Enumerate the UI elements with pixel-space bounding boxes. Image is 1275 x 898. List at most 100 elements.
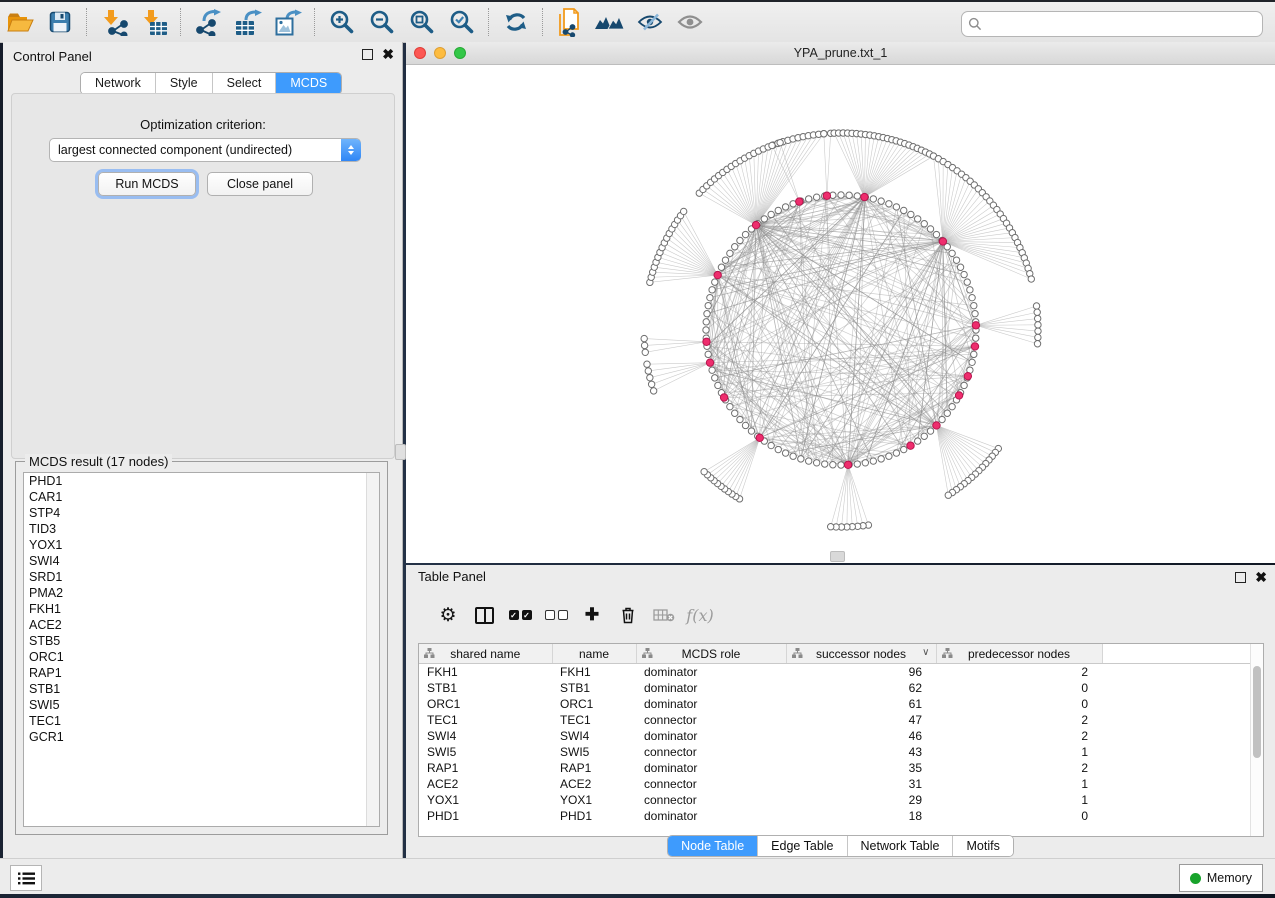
table-row[interactable]: SWI5SWI5connector431: [419, 744, 1252, 760]
network-node[interactable]: [961, 382, 967, 388]
table-row[interactable]: RAP1RAP1dominator352: [419, 760, 1252, 776]
network-mcds-node[interactable]: [955, 392, 962, 399]
network-mcds-node[interactable]: [939, 238, 946, 245]
table-row[interactable]: PHD1PHD1dominator180: [419, 808, 1252, 824]
network-leaf-node[interactable]: [644, 361, 650, 367]
create-column-button[interactable]: [466, 599, 502, 631]
network-node[interactable]: [703, 327, 709, 333]
network-node[interactable]: [732, 410, 738, 416]
network-leaf-node[interactable]: [648, 381, 654, 387]
network-node[interactable]: [972, 311, 978, 317]
network-mcds-node[interactable]: [752, 221, 759, 228]
table-row[interactable]: TEC1TEC1connector472: [419, 712, 1252, 728]
network-leaf-node[interactable]: [945, 492, 951, 498]
network-leaf-node[interactable]: [701, 469, 707, 475]
network-leaf-node[interactable]: [1034, 341, 1040, 347]
network-node[interactable]: [838, 462, 844, 468]
network-node[interactable]: [805, 458, 811, 464]
float-panel-icon[interactable]: [362, 49, 373, 60]
table-row[interactable]: YOX1YOX1connector291: [419, 792, 1252, 808]
network-node[interactable]: [878, 198, 884, 204]
network-node[interactable]: [798, 456, 804, 462]
network-node[interactable]: [893, 204, 899, 210]
table-row[interactable]: ACE2ACE2connector311: [419, 776, 1252, 792]
mcds-result-item[interactable]: TEC1: [24, 713, 379, 729]
mcds-result-item[interactable]: STB5: [24, 633, 379, 649]
add-row-button[interactable]: ✚: [574, 599, 610, 631]
network-node[interactable]: [969, 359, 975, 365]
network-node[interactable]: [973, 335, 979, 341]
tab-network[interactable]: Network: [81, 73, 156, 94]
network-node[interactable]: [927, 226, 933, 232]
network-node[interactable]: [712, 279, 718, 285]
hide-selected-button[interactable]: [630, 5, 670, 39]
deselect-all-button[interactable]: [538, 599, 574, 631]
close-panel-button[interactable]: Close panel: [207, 172, 313, 196]
network-node[interactable]: [846, 192, 852, 198]
network-node[interactable]: [822, 461, 828, 467]
close-panel-icon[interactable]: ✖: [1255, 572, 1267, 583]
network-node[interactable]: [727, 403, 733, 409]
table-row[interactable]: SWI4SWI4dominator462: [419, 728, 1252, 744]
tab-select[interactable]: Select: [213, 73, 277, 94]
network-leaf-node[interactable]: [1035, 334, 1041, 340]
network-leaf-node[interactable]: [680, 208, 686, 214]
network-node[interactable]: [964, 279, 970, 285]
network-node[interactable]: [969, 294, 975, 300]
table-row[interactable]: ORC1ORC1dominator610: [419, 696, 1252, 712]
network-node[interactable]: [732, 244, 738, 250]
network-node[interactable]: [914, 438, 920, 444]
network-node[interactable]: [805, 196, 811, 202]
network-node[interactable]: [722, 257, 728, 263]
export-table-button[interactable]: [228, 5, 268, 39]
network-node[interactable]: [971, 302, 977, 308]
network-node[interactable]: [967, 287, 973, 293]
network-node[interactable]: [727, 250, 733, 256]
search-input[interactable]: [986, 16, 1256, 32]
network-mcds-node[interactable]: [907, 442, 914, 449]
mcds-result-item[interactable]: CAR1: [24, 489, 379, 505]
network-node[interactable]: [921, 221, 927, 227]
network-node[interactable]: [939, 416, 945, 422]
network-mcds-node[interactable]: [703, 338, 710, 345]
network-node[interactable]: [775, 207, 781, 213]
network-node[interactable]: [908, 211, 914, 217]
network-canvas[interactable]: [406, 64, 1275, 563]
zoom-selected-button[interactable]: [442, 5, 482, 39]
apply-layout-button[interactable]: [496, 5, 536, 39]
network-leaf-node[interactable]: [1034, 315, 1040, 321]
network-node[interactable]: [709, 367, 715, 373]
network-node[interactable]: [870, 458, 876, 464]
close-panel-icon[interactable]: ✖: [382, 49, 394, 60]
network-mcds-node[interactable]: [861, 193, 868, 200]
mcds-result-item[interactable]: PHD1: [24, 473, 379, 489]
network-node[interactable]: [782, 450, 788, 456]
network-node[interactable]: [878, 456, 884, 462]
network-node[interactable]: [927, 428, 933, 434]
network-node[interactable]: [742, 422, 748, 428]
column-header-MCDS-role[interactable]: MCDS role: [636, 644, 786, 664]
table-row[interactable]: STB1STB1dominator620: [419, 680, 1252, 696]
zoom-out-button[interactable]: [362, 5, 402, 39]
network-leaf-node[interactable]: [641, 342, 647, 348]
mcds-result-item[interactable]: YOX1: [24, 537, 379, 553]
network-node[interactable]: [961, 271, 967, 277]
tab-style[interactable]: Style: [156, 73, 213, 94]
column-header-successor-nodes[interactable]: successor nodes∨: [786, 644, 936, 664]
tab-node-table[interactable]: Node Table: [668, 836, 758, 856]
network-mcds-node[interactable]: [714, 271, 721, 278]
network-node[interactable]: [971, 351, 977, 357]
network-node[interactable]: [854, 193, 860, 199]
first-neighbors-button[interactable]: [590, 5, 630, 39]
select-all-button[interactable]: ✓✓: [502, 599, 538, 631]
mcds-result-item[interactable]: SWI5: [24, 697, 379, 713]
mcds-result-item[interactable]: ACE2: [24, 617, 379, 633]
zoom-fit-button[interactable]: [402, 5, 442, 39]
network-leaf-node[interactable]: [650, 388, 656, 394]
mcds-result-item[interactable]: ORC1: [24, 649, 379, 665]
network-node[interactable]: [813, 460, 819, 466]
column-header-shared-name[interactable]: shared name: [419, 644, 552, 664]
network-leaf-node[interactable]: [1035, 322, 1041, 328]
network-node[interactable]: [957, 264, 963, 270]
open-file-button[interactable]: [0, 5, 40, 39]
